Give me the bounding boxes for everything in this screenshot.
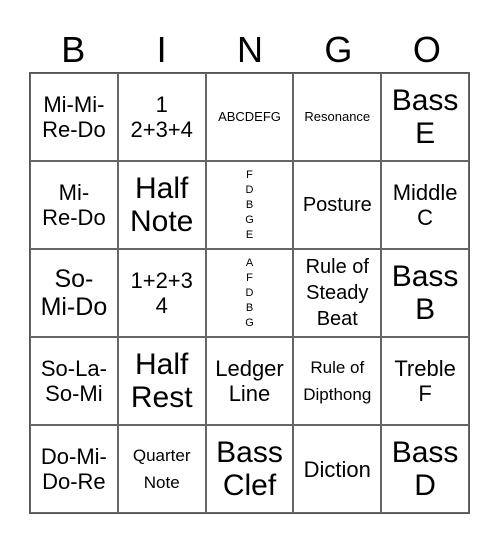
bingo-cell[interactable]: Quarter Note (117, 425, 206, 513)
bingo-cell-text: F D B G E (245, 168, 254, 241)
bingo-cell[interactable]: Diction (293, 425, 382, 513)
bingo-cell[interactable]: So- Mi-Do (30, 249, 118, 337)
bingo-cell-text: 1 2+3+4 (130, 92, 193, 142)
bingo-cell[interactable]: Rule of Steady Beat (293, 249, 382, 337)
header-letter-i: I (156, 29, 167, 70)
bingo-cell-text: Bass Clef (216, 436, 283, 502)
bingo-cell-text: Ledger Line (215, 356, 284, 406)
bingo-cell-text: Half Note (130, 172, 194, 238)
header-letter-b: B (61, 29, 86, 70)
header-letter-g: G (324, 29, 353, 70)
bingo-cell-text: Bass B (391, 260, 459, 326)
bingo-cell[interactable]: A F D B G (205, 249, 294, 337)
bingo-cell[interactable]: So-La- So-Mi (30, 337, 118, 425)
bingo-cell-text: Quarter Note (132, 446, 191, 492)
bingo-cell[interactable]: Bass E (381, 73, 469, 161)
header-letter-n: N (237, 29, 264, 70)
bingo-cell-text: ABCDEFG (218, 109, 281, 124)
bingo-cell-text: Diction (303, 456, 371, 482)
bingo-cell[interactable]: Do-Mi- Do-Re (30, 425, 118, 513)
bingo-cell[interactable]: Mi-Mi- Re-Do (30, 73, 118, 161)
bingo-cell-text: 1+2+3 4 (130, 268, 193, 318)
bingo-cell[interactable]: Middle C (381, 161, 469, 249)
bingo-cell-text: Rule of Steady Beat (305, 256, 369, 330)
bingo-cell-text: So- Mi-Do (40, 265, 108, 321)
bingo-cell[interactable]: Bass D (381, 425, 469, 513)
bingo-cell[interactable]: Half Rest (117, 337, 206, 425)
bingo-cell-text: Posture (302, 194, 372, 216)
bingo-cell[interactable]: Resonance (293, 73, 382, 161)
bingo-cell-text: A F D B G (245, 256, 254, 329)
bingo-cell-text: Treble F (394, 356, 456, 406)
bingo-cell[interactable]: Rule of Dipthong (293, 337, 382, 425)
bingo-cell-text: Half Rest (130, 348, 193, 414)
bingo-cell-text: Resonance (304, 109, 371, 124)
bingo-cell-text: Mi- Re-Do (42, 180, 106, 230)
bingo-cell-text: Bass E (391, 84, 459, 150)
bingo-cell[interactable]: ABCDEFG (205, 73, 294, 161)
bingo-header: B I N G O (29, 28, 471, 72)
bingo-cell[interactable]: 1+2+3 4 (117, 249, 206, 337)
header-letter-o: O (412, 29, 441, 70)
bingo-cell[interactable]: Bass B (381, 249, 469, 337)
bingo-cell[interactable]: Mi- Re-Do (30, 161, 118, 249)
bingo-cell[interactable]: Posture (293, 161, 382, 249)
bingo-cell[interactable]: F D B G E (205, 161, 294, 249)
bingo-cell-text: Middle C (392, 180, 458, 230)
bingo-cell-text: Do-Mi- Do-Re (40, 444, 107, 494)
bingo-cell[interactable]: Bass Clef (205, 425, 294, 513)
bingo-cell[interactable]: Ledger Line (205, 337, 294, 425)
bingo-cell-text: Rule of Dipthong (303, 358, 372, 404)
bingo-cell-text: Mi-Mi- Re-Do (42, 92, 106, 142)
bingo-cell[interactable]: Half Note (117, 161, 206, 249)
bingo-cell[interactable]: Treble F (381, 337, 469, 425)
bingo-grid: Mi-Mi- Re-Do 1 2+3+4 ABCDEFG Resonance Bass … (29, 72, 470, 514)
bingo-cell-text: Bass D (391, 436, 459, 502)
bingo-cell[interactable]: 1 2+3+4 (117, 73, 206, 161)
bingo-cell-text: So-La- So-Mi (40, 356, 107, 406)
